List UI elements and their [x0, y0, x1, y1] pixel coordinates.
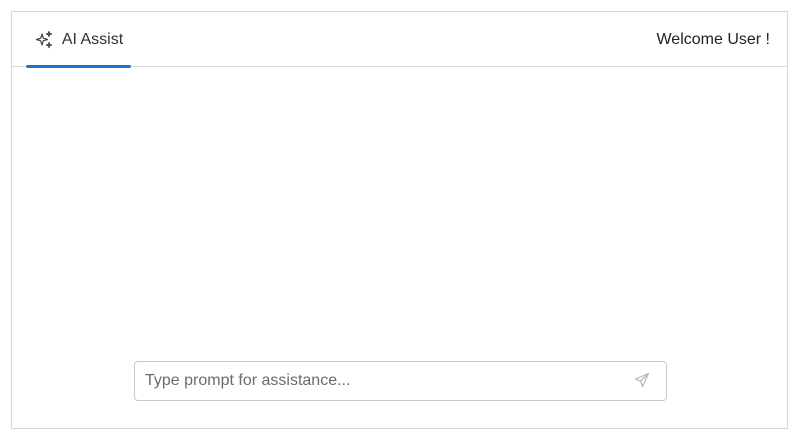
welcome-text: Welcome User !: [656, 30, 770, 48]
chat-area: [12, 67, 787, 430]
prompt-container: [134, 361, 667, 401]
send-icon: [634, 372, 650, 391]
sparkles-icon: [34, 30, 54, 50]
prompt-input[interactable]: [135, 362, 624, 400]
ai-assist-panel: AI Assist Welcome User !: [11, 11, 788, 429]
tab-ai-assist[interactable]: AI Assist: [26, 12, 131, 68]
panel-header: AI Assist Welcome User !: [12, 12, 787, 68]
tab-label: AI Assist: [61, 30, 124, 48]
send-button[interactable]: [624, 362, 660, 400]
